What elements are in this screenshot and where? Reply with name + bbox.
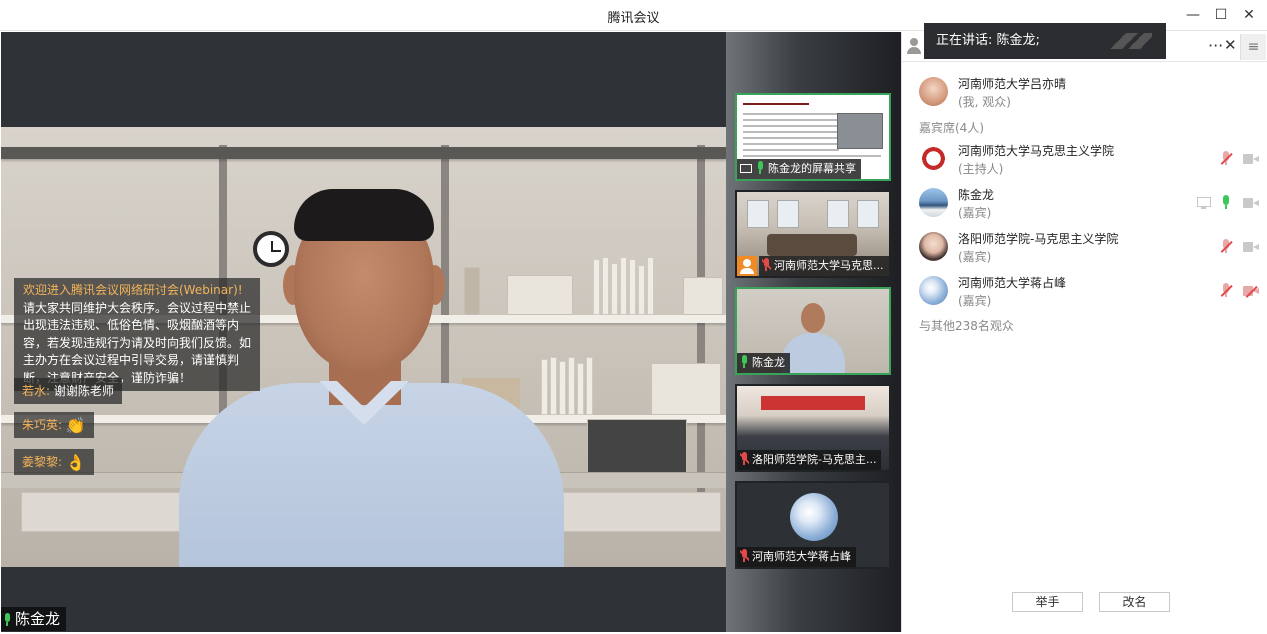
active-speaker-label: 陈金龙 [1,607,67,631]
active-speaker-name: 陈金龙 [15,610,61,628]
camera-icon[interactable] [1243,195,1259,211]
mic-on-icon [756,161,765,174]
camera-off-icon[interactable] [1243,283,1259,299]
thumb-luoyang-normal-univ[interactable]: 洛阳师范学院-马克思主... [735,384,891,472]
thumb-henan-normal-univ[interactable]: 河南师范大学马克思... [735,190,891,278]
webinar-notice: 欢迎进入腾讯会议网络研讨会(Webinar)! 请大家共同维护大会秩序。会议过程中… [14,278,260,391]
main-video[interactable]: 欢迎进入腾讯会议网络研讨会(Webinar)! 请大家共同维护大会秩序。会议过程中… [1,32,726,632]
mic-muted-icon [762,258,771,271]
video-thumbnail-list: 陈金龙的屏幕共享 河南师范大学马克思... 陈金龙 洛阳师范学院-马克思主...… [726,32,901,632]
mic-on-icon [740,355,749,368]
member-panel: 正在讲话: 陈金龙; ··· ✕ ≡ 河南师范大学吕亦晴 (我, 观众) 嘉宾席… [901,23,1267,632]
mic-muted-icon[interactable] [1218,151,1234,167]
minimize-icon[interactable]: — [1182,4,1204,26]
tencent-meeting-window: 腾讯会议 — ☐ ✕ 欢迎进入腾讯会议网络研讨会(Webinar)!请大家共同维… [0,0,1267,634]
screen-share-icon [740,164,752,173]
rename-button[interactable]: 改名 [1099,592,1170,612]
member-row[interactable]: 陈金龙 (嘉宾) [902,181,1267,225]
avatar [790,493,838,541]
member-role: (嘉宾) [958,294,992,308]
thumb-screen-share[interactable]: 陈金龙的屏幕共享 [735,93,891,181]
chat-message: 若水: 谢谢陈老师 [14,378,122,404]
mic-muted-icon [740,549,749,562]
raise-hand-button[interactable]: 举手 [1012,592,1083,612]
member-name: 河南师范大学马克思主义学院 [958,144,1115,158]
camera-icon[interactable] [1243,151,1259,167]
member-role: (嘉宾) [958,206,992,220]
mic-muted-icon[interactable] [1218,239,1234,255]
member-name: 陈金龙 [958,188,995,202]
panel-header: 正在讲话: 陈金龙; ··· ✕ ≡ [902,23,1267,62]
chat-message: 姜黎黎: 👌 [14,449,94,475]
other-audience-count: 与其他238名观众 [919,319,1014,333]
thumb-jiang-zhanfeng[interactable]: 河南师范大学蒋占峰 [735,481,891,569]
member-name: 河南师范大学吕亦晴 [958,77,1067,91]
member-row[interactable]: 洛阳师范学院-马克思主义学院 (嘉宾) [902,225,1267,269]
avatar [919,276,948,305]
member-role: (嘉宾) [958,250,992,264]
chat-text: 谢谢陈老师 [53,384,114,398]
member-name: 河南师范大学蒋占峰 [958,276,1067,290]
chat-sender: 姜黎黎: [22,455,63,469]
camera-icon[interactable] [1243,239,1259,255]
mic-muted-icon[interactable] [1218,283,1234,299]
avatar [919,232,948,261]
close-panel-icon[interactable]: ✕ [1224,36,1237,54]
menu-icon[interactable]: ≡ [1240,34,1266,60]
person-icon [737,256,757,276]
member-role: (我, 观众) [958,95,1011,109]
now-talking-text: 正在讲话: 陈金龙; [936,33,1040,48]
thumb-caption: 河南师范大学马克思... [774,259,884,272]
member-row[interactable]: 河南师范大学蒋占峰 (嘉宾) [902,269,1267,313]
thumb-chen-jinlong[interactable]: 陈金龙 [735,287,891,375]
thumb-caption: 洛阳师范学院-马克思主... [752,453,877,466]
university-logo-icon [919,144,948,173]
close-window-icon[interactable]: ✕ [1238,4,1260,26]
member-name: 洛阳师范学院-马克思主义学院 [958,232,1119,246]
thumb-caption: 河南师范大学蒋占峰 [752,550,851,563]
mic-on-icon[interactable] [1218,195,1234,211]
member-role: (主持人) [958,162,1004,176]
avatar [919,77,948,106]
guests-section-label: 嘉宾席(4人) [919,121,984,135]
thumb-caption: 陈金龙的屏幕共享 [768,162,856,175]
clapping-icon: 👏 [65,415,86,435]
mic-on-icon [3,613,12,626]
member-row-me[interactable]: 河南师范大学吕亦晴 (我, 观众) [902,70,1267,114]
tencent-meeting-logo-icon [1108,33,1152,49]
thumb-caption: 陈金龙 [752,356,785,369]
screen-share-icon[interactable] [1196,195,1212,211]
maximize-icon[interactable]: ☐ [1210,4,1232,26]
chat-sender: 若水: [22,384,51,398]
ok-hand-icon: 👌 [65,452,86,472]
notice-body: 请大家共同维护大会秩序。会议过程中禁止出现违法违规、低俗色情、吸烟酗酒等内容，若… [23,300,252,385]
now-talking-banner: 正在讲话: 陈金龙; [924,23,1166,59]
members-icon[interactable] [907,38,921,54]
chat-sender: 朱巧英: [22,418,63,432]
member-row[interactable]: 河南师范大学马克思主义学院 (主持人) [902,137,1267,181]
mic-muted-icon [740,452,749,465]
avatar [919,188,948,217]
more-options-icon[interactable]: ··· [1208,36,1223,55]
notice-title: 欢迎进入腾讯会议网络研讨会(Webinar)! [23,283,243,297]
chat-message: 朱巧英: 👏 [14,412,94,438]
